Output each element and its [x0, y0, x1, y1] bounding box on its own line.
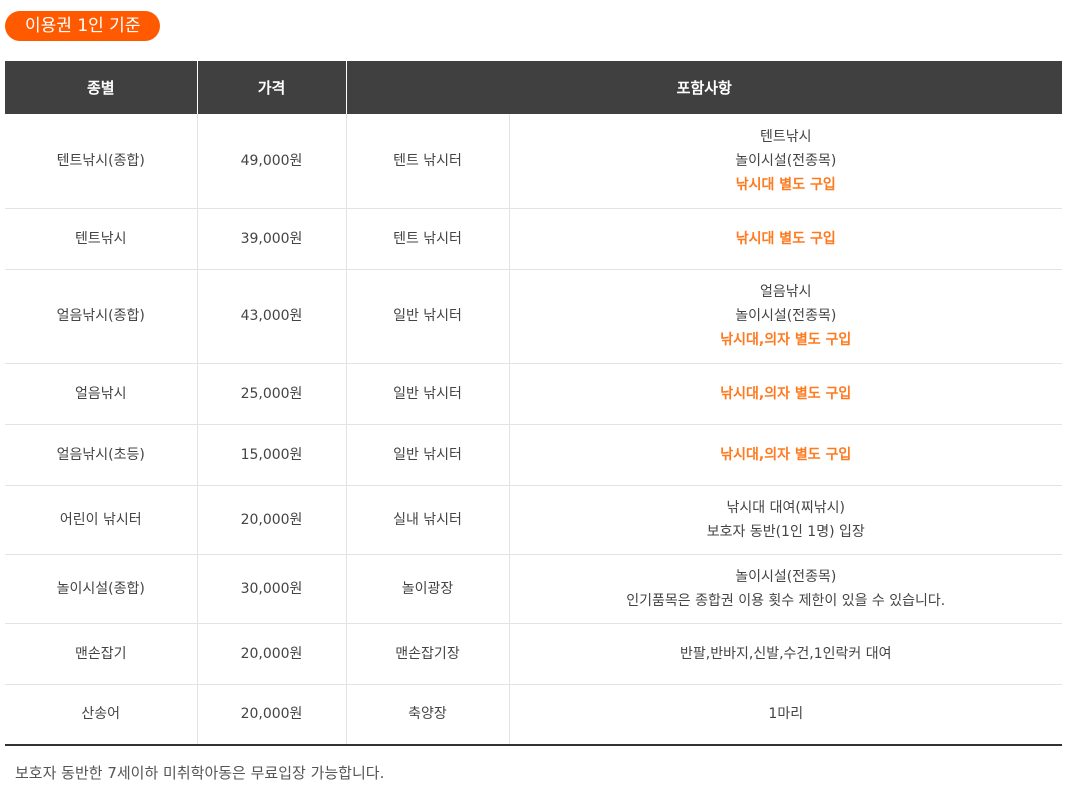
table-row: 얼음낚시(종합) 43,000원 일반 낚시터 얼음낚시놀이시설(전종목) 낚시대,의자… [5, 269, 1063, 364]
table-row: 텐트낚시(종합) 49,000원 텐트 낚시터 텐트낚시놀이시설(전종목) 낚시대 별도… [5, 114, 1063, 209]
cell-place: 일반 낚시터 [346, 269, 510, 364]
cell-type: 놀이시설(종합) [5, 554, 198, 624]
cell-place: 텐트 낚시터 [346, 208, 510, 270]
cell-price: 20,000원 [197, 684, 347, 746]
purchase-separately-note: 낚시대 별도 구입 [735, 176, 836, 193]
cell-price: 15,000원 [197, 424, 347, 486]
include-line: 얼음낚시 [759, 284, 812, 300]
cell-place: 축양장 [346, 684, 510, 746]
cell-type: 어린이 낚시터 [5, 485, 198, 555]
cell-type: 맨손잡기 [5, 623, 198, 685]
cell-includes: 텐트낚시놀이시설(전종목) 낚시대 별도 구입 [509, 114, 1063, 209]
table-row: 산송어 20,000원 축양장 1마리 [5, 684, 1063, 746]
cell-type: 얼음낚시 [5, 363, 198, 425]
cell-price: 30,000원 [197, 554, 347, 624]
cell-type: 산송어 [5, 684, 198, 746]
cell-price: 39,000원 [197, 208, 347, 270]
purchase-separately-note: 낚시대 별도 구입 [735, 230, 836, 247]
table-row: 얼음낚시 25,000원 일반 낚시터 낚시대,의자 별도 구입 [5, 363, 1063, 425]
include-line: 낚시대 대여(찌낚시) [726, 499, 845, 516]
header-type: 종별 [5, 61, 198, 114]
cell-place: 텐트 낚시터 [346, 114, 510, 209]
cell-includes: 얼음낚시놀이시설(전종목) 낚시대,의자 별도 구입 [509, 269, 1063, 364]
cell-includes: 낚시대 별도 구입 [509, 208, 1063, 270]
cell-place: 맨손잡기장 [346, 623, 510, 685]
table-header-row: 종별 가격 포함사항 [5, 61, 1063, 114]
cell-type: 얼음낚시(초등) [5, 424, 198, 486]
table-row: 얼음낚시(초등) 15,000원 일반 낚시터 낚시대,의자 별도 구입 [5, 424, 1063, 486]
cell-place: 놀이광장 [346, 554, 510, 624]
price-table: 종별 가격 포함사항 텐트낚시(종합) 49,000원 텐트 낚시터 텐트낚시 놀이시설… [5, 61, 1063, 746]
cell-place: 실내 낚시터 [346, 485, 510, 555]
table-row: 맨손잡기 20,000원 맨손잡기장 반팔,반바지,신발,수건,1인락커 대여 [5, 623, 1063, 685]
include-line: 1마리 [768, 706, 804, 723]
cell-place: 일반 낚시터 [346, 424, 510, 486]
table-row: 어린이 낚시터 20,000원 실내 낚시터 낚시대 대여(찌낚시) 보호자 동반(1인… [5, 485, 1063, 555]
purchase-separately-note: 낚시대,의자 별도 구입 [720, 385, 852, 402]
cell-includes: 1마리 [509, 684, 1063, 746]
cell-type: 텐트낚시(종합) [5, 114, 198, 209]
cell-includes: 놀이시설(전종목) 인기품목은 종합권 이용 횟수 제한이 있을 수 있습니다. [509, 554, 1063, 624]
include-line: 놀이시설(전종목) [735, 568, 837, 585]
header-includes: 포함사항 [346, 61, 1063, 114]
cell-includes: 낚시대,의자 별도 구입 [509, 424, 1063, 486]
cell-includes: 낚시대,의자 별도 구입 [509, 363, 1063, 425]
cell-price: 20,000원 [197, 485, 347, 555]
purchase-separately-note: 낚시대,의자 별도 구입 [720, 332, 852, 348]
cell-includes: 반팔,반바지,신발,수건,1인락커 대여 [509, 623, 1063, 685]
cell-type: 얼음낚시(종합) [5, 269, 198, 364]
free-entry-note: 보호자 동반한 7세이하 미취학아동은 무료입장 가능합니다. [15, 764, 385, 782]
cell-type: 텐트낚시 [5, 208, 198, 270]
table-row: 놀이시설(종합) 30,000원 놀이광장 놀이시설(전종목) 인기품목은 종합권 이용… [5, 554, 1063, 624]
table-row: 텐트낚시 39,000원 텐트 낚시터 낚시대 별도 구입 [5, 208, 1063, 270]
include-line: 텐트낚시 [759, 128, 812, 145]
include-line: 놀이시설(전종목) [735, 152, 837, 169]
header-price: 가격 [197, 61, 347, 114]
cell-price: 43,000원 [197, 269, 347, 364]
include-line: 반팔,반바지,신발,수건,1인락커 대여 [680, 645, 892, 662]
purchase-separately-note: 낚시대,의자 별도 구입 [720, 446, 852, 463]
include-line: 인기품목은 종합권 이용 횟수 제한이 있을 수 있습니다. [626, 592, 946, 609]
cell-place: 일반 낚시터 [346, 363, 510, 425]
ticket-basis-badge: 이용권 1인 기준 [5, 11, 161, 41]
cell-price: 25,000원 [197, 363, 347, 425]
cell-price: 49,000원 [197, 114, 347, 209]
cell-price: 20,000원 [197, 623, 347, 685]
cell-includes: 낚시대 대여(찌낚시) 보호자 동반(1인 1명) 입장 [509, 485, 1063, 555]
include-line: 놀이시설(전종목) [735, 308, 837, 324]
include-line: 보호자 동반(1인 1명) 입장 [706, 523, 865, 540]
